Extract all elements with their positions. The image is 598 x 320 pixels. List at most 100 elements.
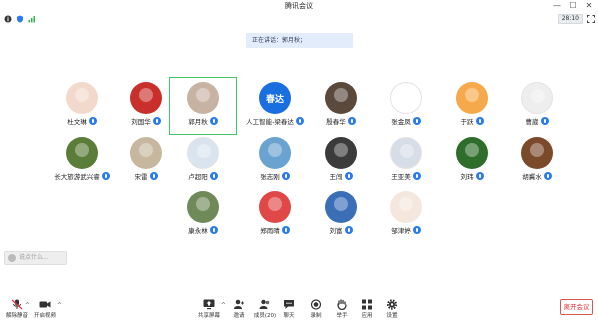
participant-tile[interactable]: 殷春华 <box>308 78 374 134</box>
participant-tile[interactable]: 郑雨晴 <box>242 187 308 243</box>
participant-name-row: 于跃 <box>439 116 505 126</box>
avatar-man-suit <box>325 137 357 169</box>
chat-button[interactable]: 聊天 <box>274 297 304 320</box>
avatar-decoration <box>268 197 282 211</box>
maximize-button[interactable]: ☐ <box>566 0 580 12</box>
close-button[interactable]: ✕ <box>582 0 596 12</box>
start-video-button[interactable]: 开启视频 <box>30 297 60 320</box>
participant-tile[interactable]: 邹津婷 <box>373 187 439 243</box>
participant-tile[interactable]: 郭月秋 <box>169 77 237 135</box>
mic-muted-icon <box>11 299 23 310</box>
hand-icon <box>337 299 347 310</box>
info-icon[interactable] <box>4 15 12 23</box>
participant-tile[interactable]: 春达人工智能-梁春达 <box>242 78 308 134</box>
avatar-decoration <box>465 143 479 157</box>
start-video-label: 开启视频 <box>33 313 56 319</box>
meeting-status-bar: 28:10 <box>0 13 598 25</box>
participant-name: 于跃 <box>460 118 474 126</box>
mic-icon <box>88 117 97 125</box>
fullscreen-icon[interactable] <box>587 15 595 23</box>
avatar-decoration <box>197 144 211 158</box>
avatar-decoration <box>531 89 545 103</box>
participant-name: 刘玮 <box>460 173 474 181</box>
avatar-decoration <box>400 144 414 158</box>
participant-name-row: 胡冀水 <box>504 171 570 181</box>
avatar-decoration <box>334 197 348 211</box>
participant-tile[interactable]: 刘富 <box>308 187 374 243</box>
avatar-decoration <box>196 197 210 211</box>
avatar-decoration <box>139 143 153 157</box>
shield-icon[interactable] <box>16 15 24 23</box>
participant-tile[interactable]: 于跃 <box>439 78 505 134</box>
camera-icon <box>39 301 51 308</box>
avatar-crystal <box>187 137 219 169</box>
avatar-seascape <box>259 137 291 169</box>
participant-name: 邹津婷 <box>391 227 411 235</box>
share-screen-button[interactable]: 共享屏幕 <box>194 297 224 320</box>
participant-name-row: 邹津婷 <box>373 225 439 235</box>
participant-name: 胡冀水 <box>522 173 542 181</box>
participant-tile[interactable]: 刘玮 <box>439 133 505 189</box>
share-screen-label: 共享屏幕 <box>197 313 220 319</box>
avatar-brown-creature <box>521 137 553 169</box>
chat-input[interactable]: 说点什么... <box>4 251 67 265</box>
mic-icon <box>209 172 218 180</box>
participant-name: 张志刚 <box>260 173 280 181</box>
avatar-red-flower <box>259 191 291 223</box>
participant-tile[interactable]: 王闯 <box>308 133 374 189</box>
avatar-ear-drawing <box>66 82 98 114</box>
participant-tile[interactable]: 王亚美 <box>373 133 439 189</box>
avatar-text: 春达 <box>265 94 284 105</box>
mic-icon <box>281 226 290 234</box>
emoji-icon[interactable] <box>8 254 16 262</box>
avatar-fireworks <box>325 82 357 114</box>
avatar-decoration <box>399 197 413 211</box>
participant-name: 殷春华 <box>326 118 346 126</box>
settings-button[interactable]: 设置 <box>377 297 407 320</box>
participant-tile[interactable]: 杜文琳 <box>49 78 115 134</box>
chat-placeholder: 说点什么... <box>19 254 49 261</box>
avatar-cat <box>130 137 162 169</box>
participant-name: 宋雷 <box>134 173 148 181</box>
window-title: 腾讯会议 <box>285 2 313 10</box>
avatar-cartoon-girl <box>390 191 422 223</box>
avatar-decoration <box>139 88 153 102</box>
mic-icon <box>475 172 484 180</box>
participant-name-row: 张志刚 <box>242 171 308 181</box>
participant-name: 王闯 <box>329 173 343 181</box>
avatar-china-badge <box>130 82 162 114</box>
share-screen-icon <box>203 299 215 310</box>
avatar-decoration <box>75 143 89 157</box>
mic-icon <box>412 172 421 180</box>
avatar-sketch-face <box>521 82 553 114</box>
minimize-button[interactable]: — <box>550 0 564 12</box>
avatar-city-night <box>325 191 357 223</box>
participant-tile[interactable]: 曹崴 <box>504 78 570 134</box>
leave-meeting-button[interactable]: 离开会议 <box>560 299 593 315</box>
video-options-caret[interactable]: ^ <box>57 302 62 309</box>
mic-icon <box>344 172 353 180</box>
participant-name: 刘国华 <box>131 118 151 126</box>
mic-icon <box>281 172 290 180</box>
participant-name-row: 人工智能-梁春达 <box>242 116 308 126</box>
avatar-decoration <box>75 88 89 102</box>
participant-name: 卢超阳 <box>188 173 208 181</box>
participant-tile[interactable]: 胡冀水 <box>504 133 570 189</box>
participant-tile[interactable]: 张志刚 <box>242 133 308 189</box>
participant-name: 郑雨晴 <box>260 227 280 235</box>
mic-icon <box>543 172 552 180</box>
participant-tile[interactable]: 卢超阳 <box>170 133 236 189</box>
participant-name-row: 王亚美 <box>373 171 439 181</box>
chat-label: 聊天 <box>283 313 295 319</box>
chat-icon <box>284 300 294 309</box>
avatar-decoration <box>530 143 544 157</box>
avatar-cartoon-character <box>390 82 422 114</box>
avatar-forest <box>456 137 488 169</box>
participant-tile[interactable]: 康永林 <box>170 187 236 243</box>
mic-icon <box>101 172 110 180</box>
meeting-toolbar: 解除静音 ^ 开启视频 ^ 共享屏幕 ^ 邀请 成员(20) 聊天 录制 举手 … <box>0 297 598 320</box>
avatar-portrait-girl <box>187 82 219 114</box>
participant-tile[interactable]: 长大旅游武兴睿 <box>49 133 115 189</box>
participant-tile[interactable]: 张金凤 <box>373 78 439 134</box>
avatar-palm-tree <box>66 137 98 169</box>
